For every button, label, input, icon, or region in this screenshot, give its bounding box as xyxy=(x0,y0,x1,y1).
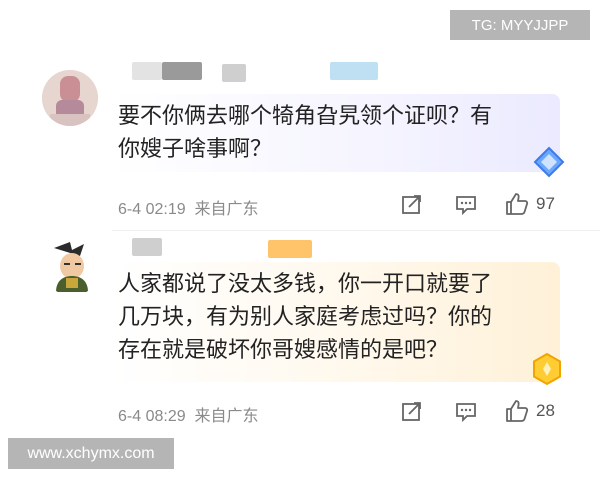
comment-button[interactable] xyxy=(454,192,478,216)
comment-actions: 97 xyxy=(400,190,580,218)
username-blurred xyxy=(222,64,246,82)
share-button[interactable] xyxy=(400,399,424,423)
comment-button[interactable] xyxy=(454,399,478,423)
divider xyxy=(112,230,600,231)
like-button[interactable]: 97 xyxy=(504,191,555,217)
comment-location: 来自广东 xyxy=(194,201,259,218)
share-icon xyxy=(402,195,421,214)
comment-time: 6-4 08:29 xyxy=(118,408,186,425)
comment-text: 要不你俩去哪个犄角旮旯领个证呗？有 你嫂子啥事啊？ xyxy=(118,104,493,162)
comment-actions: 28 xyxy=(400,397,580,425)
avatar[interactable] xyxy=(42,70,98,126)
watermark-top: TG: MYYJJPP xyxy=(450,10,590,40)
comment-meta: 6-4 02:19 来自广东 xyxy=(118,195,259,219)
username-blurred xyxy=(330,62,378,80)
comment-time: 6-4 02:19 xyxy=(118,201,186,218)
share-icon xyxy=(402,402,421,421)
thumbs-up-icon xyxy=(506,193,529,215)
comment-icon xyxy=(456,403,476,423)
avatar[interactable] xyxy=(44,240,100,296)
comment-location: 来自广东 xyxy=(194,408,259,425)
gold-hexagon-icon xyxy=(530,352,564,386)
username-blurred xyxy=(268,240,312,258)
username-blurred xyxy=(132,62,162,80)
like-count: 28 xyxy=(536,401,555,420)
username-blurred xyxy=(162,62,202,80)
comment-icon xyxy=(456,196,476,216)
comment-text: 人家都说了没太多钱，你一开口就要了 几万块，有为别人家庭考虑过吗？你的 存在就是… xyxy=(118,272,493,363)
share-button[interactable] xyxy=(400,192,424,216)
like-button[interactable]: 28 xyxy=(504,398,555,424)
username-blurred xyxy=(132,238,162,256)
comment-meta: 6-4 08:29 来自广东 xyxy=(118,402,259,426)
like-count: 97 xyxy=(536,194,555,213)
watermark-bottom: www.xchymx.com xyxy=(8,438,174,469)
thumbs-up-icon xyxy=(506,400,529,422)
blue-diamond-icon xyxy=(532,145,566,179)
